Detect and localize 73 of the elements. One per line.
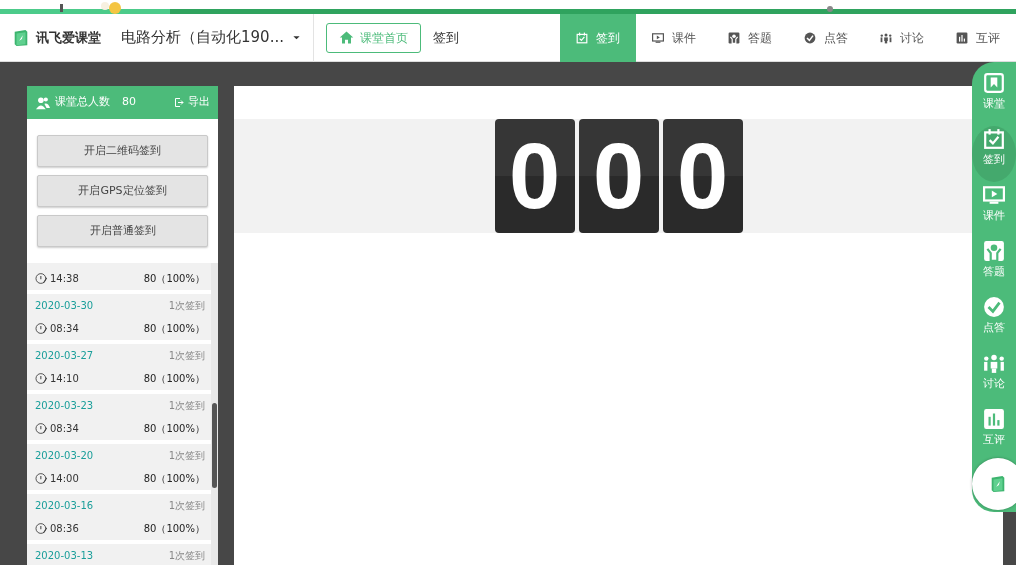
record-time: 14:00 bbox=[50, 472, 79, 486]
record-time: 14:10 bbox=[50, 372, 79, 386]
counter-digit: 0 bbox=[662, 119, 743, 233]
clock-icon bbox=[35, 372, 48, 385]
rail-item[interactable]: 讨论 bbox=[972, 350, 1016, 406]
record-attendance: 80（100%） bbox=[143, 422, 205, 436]
nav-tab[interactable]: 点答 bbox=[788, 13, 864, 62]
logo-text: 讯飞爱课堂 bbox=[36, 28, 101, 47]
rail-item[interactable]: 答题 bbox=[972, 238, 1016, 294]
record-count: 1次签到 bbox=[168, 399, 205, 413]
page-title: 签到 bbox=[432, 28, 459, 47]
nav-tab[interactable]: 互评 bbox=[940, 13, 1016, 62]
clock-icon bbox=[35, 322, 48, 335]
rail-item[interactable]: 课件 bbox=[972, 182, 1016, 238]
record-date: 2020-03-13 bbox=[35, 549, 94, 563]
people-icon bbox=[880, 31, 892, 44]
users-icon bbox=[35, 95, 51, 110]
home-button[interactable]: 课堂首页 bbox=[325, 22, 421, 53]
bookmark-icon bbox=[983, 72, 1005, 94]
record-count: 1次签到 bbox=[168, 549, 205, 563]
record-date: 2020-03-20 bbox=[35, 449, 94, 463]
record-time: 08:34 bbox=[50, 422, 79, 436]
nav-tab[interactable]: 答题 bbox=[712, 13, 788, 62]
course-dropdown[interactable]: 电路分析（自动化190... bbox=[121, 26, 301, 49]
record-time: 08:34 bbox=[50, 322, 79, 336]
record-date: 2020-03-16 bbox=[35, 499, 94, 513]
check-circle-icon bbox=[983, 296, 1005, 318]
record-attendance: 80（100%） bbox=[143, 522, 205, 536]
rail-item[interactable]: 签到 bbox=[972, 126, 1016, 182]
clock-icon bbox=[35, 272, 48, 285]
calendar-icon bbox=[983, 128, 1005, 150]
record-time: 08:36 bbox=[50, 522, 79, 536]
record-count: 1次签到 bbox=[168, 449, 205, 463]
total-count: 80 bbox=[122, 94, 136, 111]
bar-chart-icon bbox=[956, 31, 968, 44]
record-count: 1次签到 bbox=[168, 299, 205, 313]
caret-icon bbox=[291, 33, 301, 42]
checkin-button[interactable]: 开启二维码签到 bbox=[37, 135, 208, 167]
record-date: 2020-03-27 bbox=[35, 349, 94, 363]
record-time: 14:38 bbox=[50, 272, 79, 286]
counter-digit: 0 bbox=[578, 119, 659, 233]
record-attendance: 80（100%） bbox=[143, 322, 205, 336]
export-link[interactable]: 导出 bbox=[174, 94, 210, 111]
record-count: 1次签到 bbox=[168, 499, 205, 513]
home-icon bbox=[338, 30, 354, 45]
record-date: 2020-03-30 bbox=[35, 299, 94, 313]
nav-tab[interactable]: 课件 bbox=[636, 13, 712, 62]
person-icon bbox=[728, 31, 740, 44]
bar-chart-icon bbox=[983, 408, 1005, 430]
record-count: 1次签到 bbox=[168, 349, 205, 363]
clock-icon bbox=[35, 422, 48, 435]
nav-tab[interactable]: 讨论 bbox=[864, 13, 940, 62]
record-attendance: 80（100%） bbox=[143, 372, 205, 386]
play-screen-icon bbox=[983, 184, 1005, 206]
rail-item[interactable]: 课堂 bbox=[972, 70, 1016, 126]
rail-item[interactable]: 点答 bbox=[972, 294, 1016, 350]
record-attendance: 80（100%） bbox=[143, 272, 205, 286]
check-circle-icon bbox=[804, 31, 816, 44]
calendar-icon bbox=[576, 31, 588, 44]
export-icon bbox=[174, 97, 184, 108]
people-icon bbox=[983, 352, 1005, 374]
counter-digit: 0 bbox=[494, 119, 575, 233]
clock-icon bbox=[35, 522, 48, 535]
total-label: 课堂总人数 bbox=[55, 94, 110, 111]
record-attendance: 80（100%） bbox=[143, 472, 205, 486]
person-icon bbox=[983, 240, 1005, 262]
nav-tab[interactable]: 签到 bbox=[560, 13, 636, 62]
checkin-button[interactable]: 开启普通签到 bbox=[37, 215, 208, 247]
scrollbar[interactable] bbox=[211, 263, 218, 565]
record-date: 2020-03-23 bbox=[35, 399, 94, 413]
play-screen-icon bbox=[652, 31, 664, 44]
clock-icon bbox=[35, 472, 48, 485]
checkin-button[interactable]: 开启GPS定位签到 bbox=[37, 175, 208, 207]
